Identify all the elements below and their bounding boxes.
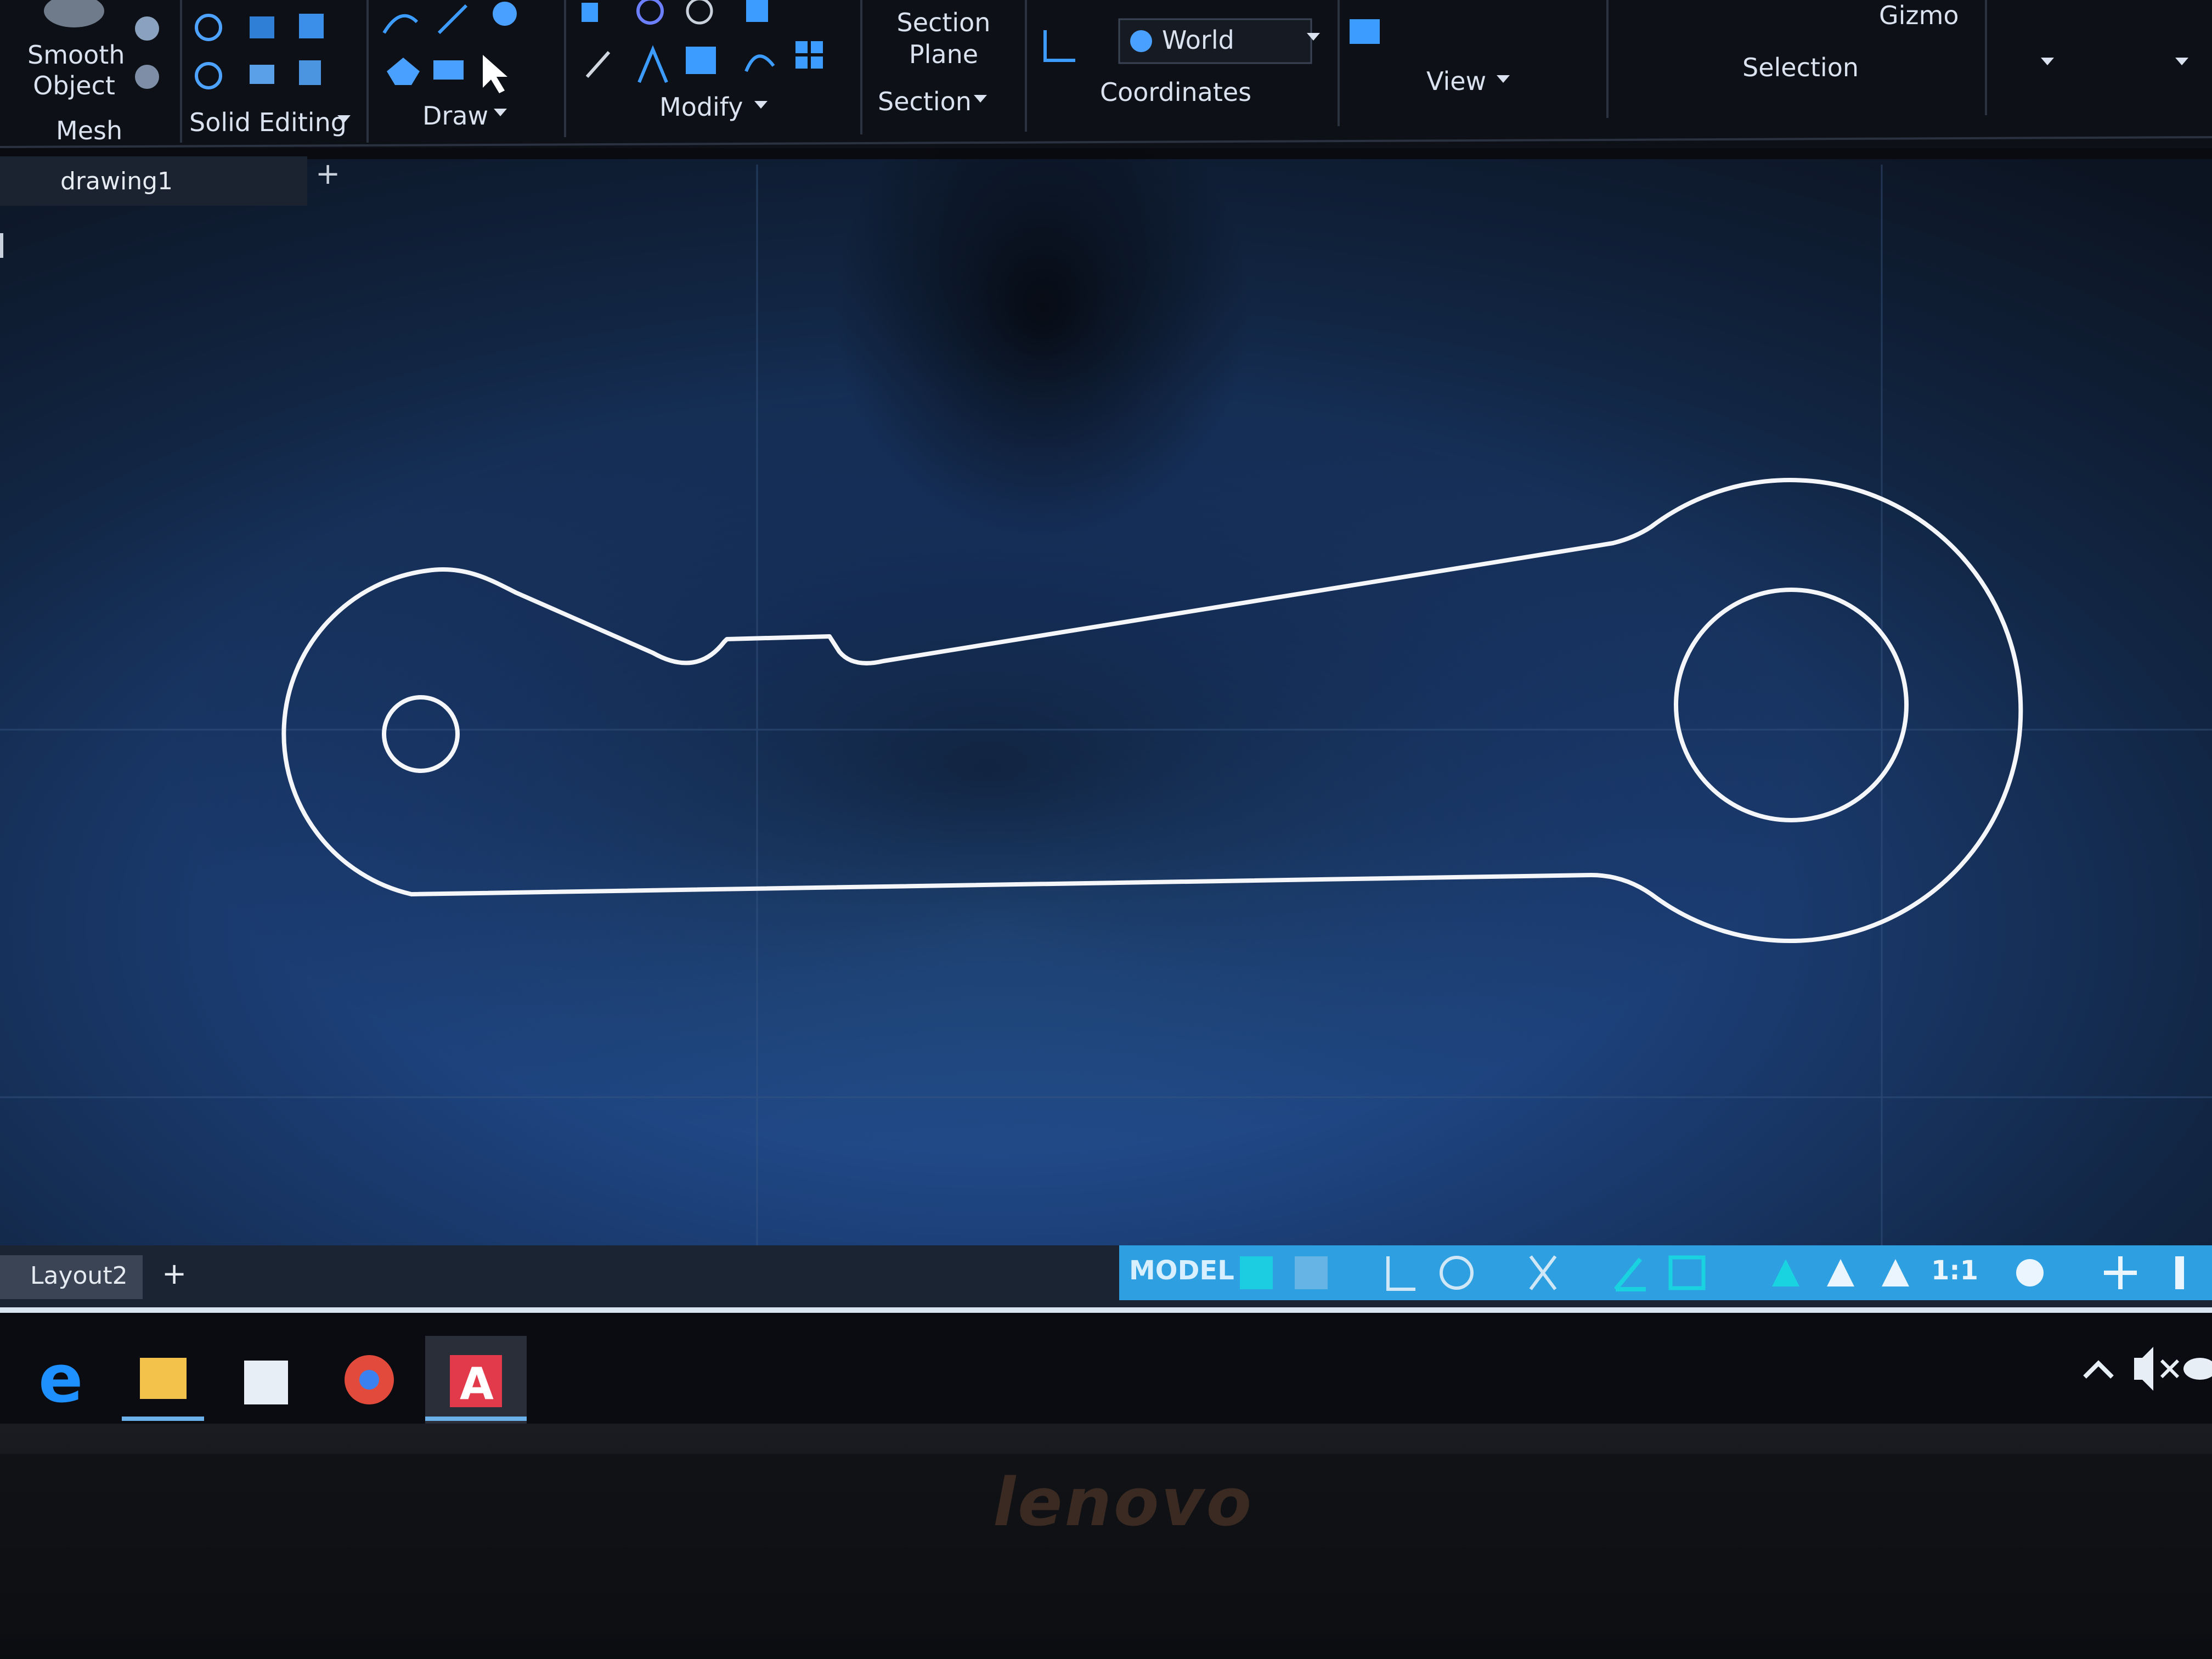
selection-panel-label[interactable]: Selection bbox=[1742, 55, 1859, 80]
solid-editing-panel-label[interactable]: Solid Editing bbox=[189, 110, 347, 135]
viewport-edge-marker bbox=[0, 233, 3, 258]
file-explorer-icon[interactable] bbox=[140, 1358, 187, 1399]
draw-chevron-icon[interactable] bbox=[494, 109, 507, 116]
model-space-button[interactable]: MODEL bbox=[1129, 1257, 1234, 1284]
new-file-tab-button[interactable]: + bbox=[315, 156, 340, 191]
ribbon-overflow-chevron-icon-2[interactable] bbox=[2175, 58, 2188, 65]
store-icon[interactable] bbox=[244, 1361, 288, 1404]
file-tab-drawing1[interactable]: drawing1 bbox=[0, 156, 307, 206]
view-panel-label[interactable]: View bbox=[1426, 69, 1486, 94]
layout-tab-layout2[interactable]: Layout2 bbox=[0, 1255, 143, 1299]
workspace-gear-icon[interactable] bbox=[2016, 1259, 2044, 1286]
new-layout-tab-button[interactable]: + bbox=[162, 1256, 187, 1291]
ribbon-overflow-chevron-icon[interactable] bbox=[2041, 58, 2054, 65]
snap-icon[interactable] bbox=[1295, 1256, 1328, 1289]
section-plane-label-1: Section bbox=[896, 8, 991, 37]
view-chevron-icon[interactable] bbox=[1497, 75, 1510, 83]
lenovo-logo: lenovo bbox=[993, 1465, 1254, 1541]
smooth-object-label-2: Object bbox=[33, 71, 115, 100]
section-panel-label[interactable]: Section bbox=[878, 89, 972, 114]
modify-panel-label[interactable]: Modify bbox=[659, 94, 743, 120]
smooth-object-label-1: Smooth bbox=[27, 40, 125, 70]
view-visual-style-icon[interactable] bbox=[1350, 19, 1380, 44]
annotation-scale-label[interactable]: 1:1 bbox=[1931, 1257, 1978, 1284]
grid-icon[interactable] bbox=[1240, 1256, 1273, 1289]
section-plane-button[interactable]: Section Plane bbox=[878, 7, 1009, 70]
statusbar-right bbox=[1119, 1245, 2212, 1300]
section-plane-label-2: Plane bbox=[909, 40, 979, 69]
ucs-world-dropdown[interactable]: World bbox=[1162, 27, 1234, 53]
edge-icon[interactable]: e bbox=[38, 1341, 83, 1418]
file-tab-label: drawing1 bbox=[60, 167, 173, 195]
section-chevron-icon[interactable] bbox=[974, 95, 987, 103]
modify-chevron-icon[interactable] bbox=[754, 101, 768, 109]
layout-tab-label: Layout2 bbox=[30, 1262, 128, 1290]
smooth-object-button[interactable]: Smooth Object bbox=[27, 40, 125, 101]
ucs-dropdown-chevron-icon[interactable] bbox=[1307, 33, 1320, 41]
draw-panel-label[interactable]: Draw bbox=[422, 103, 488, 128]
taskbar bbox=[0, 1317, 2212, 1424]
customization-icon[interactable] bbox=[2175, 1256, 2184, 1289]
mesh-panel-label[interactable]: Mesh bbox=[56, 118, 122, 143]
monitor-photo: e A bbox=[0, 0, 2212, 1659]
mesh-sphere-icon[interactable] bbox=[135, 16, 159, 41]
coordinates-panel-label[interactable]: Coordinates bbox=[1100, 80, 1251, 105]
svg-text:A: A bbox=[460, 1358, 494, 1409]
mesh-refine-icon[interactable] bbox=[135, 65, 159, 89]
gizmo-dropdown[interactable]: Gizmo bbox=[1879, 3, 1959, 28]
solid-editing-chevron-icon[interactable] bbox=[337, 115, 351, 123]
